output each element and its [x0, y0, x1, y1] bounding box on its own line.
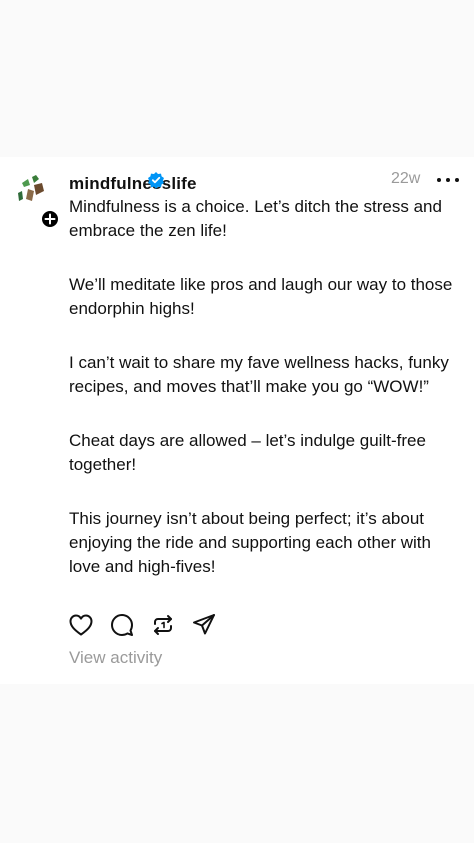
avatar-container[interactable] — [12, 171, 60, 229]
like-button[interactable] — [68, 612, 94, 638]
plus-icon — [44, 213, 56, 225]
avatar-image — [18, 175, 44, 201]
post-paragraph: I can’t wait to share my fave wellness h… — [69, 353, 449, 396]
heart-icon — [69, 614, 93, 636]
more-options-icon — [446, 178, 450, 182]
post-paragraph: Cheat days are allowed – let’s indulge g… — [69, 431, 426, 474]
comment-button[interactable] — [109, 612, 135, 638]
username[interactable]: mindfulnesslife — [69, 169, 197, 191]
post-paragraph: This journey isn’t about being perfect; … — [69, 509, 431, 576]
post-body: Mindfulness is a choice. Let’s ditch the… — [69, 195, 464, 609]
more-options-icon — [455, 178, 459, 182]
post-actions — [68, 612, 217, 638]
post-paragraph: We’ll meditate like pros and laugh our w… — [69, 275, 453, 318]
avatar[interactable] — [12, 171, 48, 207]
share-send-icon — [193, 614, 215, 635]
more-options-icon — [437, 178, 441, 182]
post-timestamp: 22w — [391, 170, 421, 187]
more-options-button[interactable] — [437, 170, 459, 190]
share-button[interactable] — [191, 612, 217, 638]
repost-icon — [154, 615, 172, 635]
comment-bubble-icon — [111, 614, 133, 636]
follow-plus-button[interactable] — [40, 209, 60, 229]
repost-button[interactable] — [150, 612, 176, 638]
post-card: mindfulnesslife 22w Mindfulness is a cho… — [0, 157, 474, 684]
view-activity-link[interactable]: View activity — [69, 648, 162, 668]
post-paragraph: Mindfulness is a choice. Let’s ditch the… — [69, 197, 442, 240]
verified-badge-icon — [147, 171, 165, 189]
